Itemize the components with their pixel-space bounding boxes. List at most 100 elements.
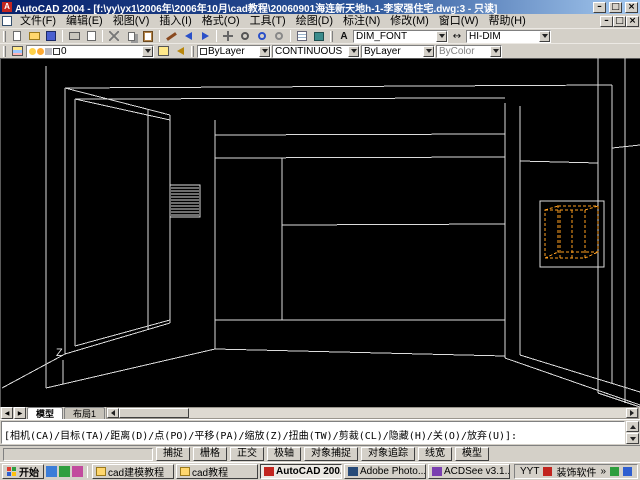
command-scrollbar[interactable] bbox=[626, 421, 639, 444]
color-combo[interactable]: ByLayer bbox=[197, 44, 271, 58]
tray-text-yyt[interactable]: YYT bbox=[520, 466, 539, 477]
command-line[interactable]: [相机(CA)/目标(TA)/距离(D)/点(PO)/平移(PA)/缩放(Z)/… bbox=[1, 421, 625, 444]
linetype-combo[interactable]: CONTINUOUS bbox=[272, 44, 360, 58]
zoom-previous-button[interactable] bbox=[271, 30, 287, 43]
layout-tab-bar: ◀ ▶ 模型 布局1 bbox=[0, 407, 640, 419]
chevron-down-icon[interactable] bbox=[348, 45, 359, 57]
doc-restore-button[interactable]: □ bbox=[613, 15, 626, 27]
chevron-down-icon[interactable] bbox=[259, 45, 270, 57]
task-label: ACDSee v3.1... bbox=[444, 466, 510, 477]
chevron-down-icon[interactable] bbox=[142, 45, 153, 57]
quick-launch-desktop-icon[interactable] bbox=[59, 466, 70, 477]
tray-app-icon[interactable] bbox=[543, 467, 553, 476]
dim-style-button[interactable] bbox=[449, 30, 465, 43]
menu-window[interactable]: 窗口(W) bbox=[434, 14, 484, 28]
save-button[interactable] bbox=[43, 30, 59, 43]
print-preview-button[interactable] bbox=[83, 30, 99, 43]
menu-draw[interactable]: 绘图(D) bbox=[291, 14, 338, 28]
dim-style-combo[interactable]: HI-DIM bbox=[466, 29, 551, 43]
layer-previous-button[interactable] bbox=[172, 45, 188, 58]
layer-freeze-sun-icon[interactable] bbox=[37, 47, 44, 55]
chevron-down-icon[interactable] bbox=[423, 45, 434, 57]
chevron-down-icon[interactable] bbox=[539, 30, 550, 42]
command-prompt: [相机(CA)/目标(TA)/距离(D)/点(PO)/平移(PA)/缩放(Z)/… bbox=[4, 431, 518, 442]
lineweight-combo[interactable]: ByLayer bbox=[361, 44, 435, 58]
match-properties-button[interactable] bbox=[163, 30, 179, 43]
status-grid-button[interactable]: 栅格 bbox=[193, 447, 227, 461]
make-object-layer-current-button[interactable] bbox=[155, 45, 171, 58]
quick-launch-ie-icon[interactable] bbox=[46, 466, 57, 477]
drawing-file-icon[interactable] bbox=[2, 16, 12, 26]
cut-button[interactable] bbox=[106, 30, 122, 43]
open-file-button[interactable] bbox=[26, 30, 42, 43]
scroll-right-icon[interactable] bbox=[626, 408, 638, 418]
start-button[interactable]: 开始 bbox=[2, 464, 44, 479]
text-style-combo[interactable]: DIM_FONT bbox=[353, 29, 448, 43]
tray-icon-green[interactable] bbox=[610, 467, 619, 476]
paste-button[interactable] bbox=[140, 30, 156, 43]
zoom-window-button[interactable] bbox=[254, 30, 270, 43]
layer-lock-icon[interactable] bbox=[45, 47, 52, 55]
redo-button[interactable] bbox=[197, 30, 213, 43]
chevron-down-icon[interactable] bbox=[436, 30, 447, 42]
task-button-acdsee[interactable]: ACDSee v3.1... bbox=[428, 464, 510, 479]
menu-dimension[interactable]: 标注(N) bbox=[338, 14, 385, 28]
tab-scroll-right-icon[interactable]: ▶ bbox=[14, 407, 26, 419]
print-button[interactable] bbox=[66, 30, 82, 43]
copy-button[interactable] bbox=[123, 30, 139, 43]
status-model-button[interactable]: 模型 bbox=[455, 447, 489, 461]
task-button-cad-tutorial-folder[interactable]: cad教程 bbox=[176, 464, 258, 479]
status-polar-button[interactable]: 极轴 bbox=[267, 447, 301, 461]
menu-edit[interactable]: 编辑(E) bbox=[61, 14, 108, 28]
restore-button[interactable]: □ bbox=[609, 1, 622, 13]
close-button[interactable]: × bbox=[625, 1, 638, 13]
undo-button[interactable] bbox=[180, 30, 196, 43]
acdsee-task-icon bbox=[432, 467, 442, 476]
status-lineweight-button[interactable]: 线宽 bbox=[418, 447, 452, 461]
menu-view[interactable]: 视图(V) bbox=[108, 14, 155, 28]
layer-combo[interactable]: 0 bbox=[26, 44, 154, 58]
properties-button[interactable] bbox=[294, 30, 310, 43]
toolbar-grip[interactable] bbox=[3, 45, 6, 57]
text-style-button[interactable] bbox=[336, 30, 352, 43]
doc-minimize-button[interactable]: – bbox=[600, 15, 613, 27]
tray-chevron[interactable]: » bbox=[600, 466, 606, 477]
scroll-down-icon[interactable] bbox=[626, 433, 639, 444]
status-otrack-button[interactable]: 对象追踪 bbox=[361, 447, 415, 461]
scroll-left-icon[interactable] bbox=[107, 408, 120, 418]
scroll-up-icon[interactable] bbox=[626, 421, 639, 432]
new-file-button[interactable] bbox=[9, 30, 25, 43]
doc-close-button[interactable]: × bbox=[626, 15, 639, 27]
task-button-cad-modeling-folder[interactable]: cad建模教程 bbox=[92, 464, 174, 479]
tab-layout1[interactable]: 布局1 bbox=[64, 407, 106, 419]
menu-file[interactable]: 文件(F) bbox=[15, 14, 61, 28]
tray-icon-blue[interactable] bbox=[623, 467, 632, 476]
pan-button[interactable] bbox=[220, 30, 236, 43]
tab-model[interactable]: 模型 bbox=[27, 407, 64, 419]
menu-format[interactable]: 格式(O) bbox=[197, 14, 245, 28]
task-button-autocad[interactable]: AutoCAD 200... bbox=[260, 464, 342, 479]
task-button-photoshop[interactable]: Adobe Photo... bbox=[344, 464, 426, 479]
menu-help[interactable]: 帮助(H) bbox=[484, 14, 531, 28]
menu-insert[interactable]: 插入(I) bbox=[154, 14, 196, 28]
layer-manager-button[interactable] bbox=[9, 45, 25, 58]
status-snap-button[interactable]: 捕捉 bbox=[156, 447, 190, 461]
drawing-area[interactable]: Z bbox=[0, 58, 640, 407]
minimize-button[interactable]: – bbox=[593, 1, 606, 13]
quick-launch-media-icon[interactable] bbox=[72, 466, 83, 477]
toolbar-grip[interactable] bbox=[330, 30, 333, 42]
selected-object-highlight[interactable] bbox=[544, 205, 599, 259]
design-center-button[interactable] bbox=[311, 30, 327, 43]
horizontal-scrollbar[interactable] bbox=[106, 407, 639, 419]
menu-tools[interactable]: 工具(T) bbox=[245, 14, 291, 28]
tray-input-method[interactable]: 装饰软件 bbox=[556, 464, 596, 479]
layer-on-bulb-icon[interactable] bbox=[29, 47, 36, 55]
scrollbar-thumb[interactable] bbox=[119, 408, 190, 418]
zoom-realtime-button[interactable] bbox=[237, 30, 253, 43]
menu-modify[interactable]: 修改(M) bbox=[385, 14, 434, 28]
tab-scroll-left-icon[interactable]: ◀ bbox=[1, 407, 13, 419]
status-osnap-button[interactable]: 对象捕捉 bbox=[304, 447, 358, 461]
status-ortho-button[interactable]: 正交 bbox=[230, 447, 264, 461]
toolbar-grip[interactable] bbox=[191, 45, 194, 57]
toolbar-grip[interactable] bbox=[3, 30, 6, 42]
